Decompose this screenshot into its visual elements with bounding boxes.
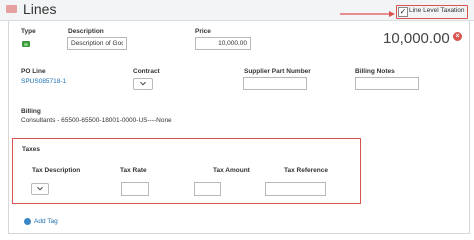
tax-amount-input[interactable] [194,182,221,196]
add-tag-link[interactable]: Add Tag [34,218,58,225]
money-icon [22,41,30,47]
tax-reference-header: Tax Reference [284,167,328,174]
billing-value: Consultants - 65500-65500-18001-0000-US-… [21,117,172,124]
line-total-amount: 10,000.00 [383,30,450,47]
supplier-part-input[interactable] [243,77,307,90]
po-line-link[interactable]: SPUS085718-1 [21,78,66,85]
price-input[interactable] [195,37,251,50]
type-label: Type [21,28,36,35]
tax-description-select[interactable] [31,183,49,195]
tax-amount-header: Tax Amount [213,167,250,174]
chevron-down-icon [140,81,146,86]
billing-notes-label: Billing Notes [355,68,395,75]
add-tag-icon[interactable] [24,218,31,225]
po-line-label: PO Line [21,68,46,75]
tax-description-header: Tax Description [32,167,81,174]
line-level-taxation-label: Line Level Taxation [409,7,465,14]
contract-label: Contract [133,68,160,75]
line-level-taxation-checkbox[interactable]: ✓ [398,7,408,17]
annotation-arrow-icon [340,11,395,17]
contract-select[interactable] [133,78,153,90]
supplier-part-label: Supplier Part Number [244,68,311,75]
taxes-title: Taxes [22,146,40,153]
billing-label: Billing [21,108,41,115]
description-input[interactable] [67,37,127,50]
chevron-down-icon [37,186,43,191]
section-accent [6,5,17,13]
price-label: Price [195,28,211,35]
billing-notes-input[interactable] [355,77,419,90]
description-label: Description [68,28,104,35]
tax-rate-header: Tax Rate [120,167,147,174]
lines-page: Lines ✓ Line Level Taxation Type Descrip… [0,0,474,240]
tax-rate-input[interactable] [121,182,149,196]
section-title: Lines [23,1,57,17]
tax-reference-input[interactable] [265,182,326,196]
delete-line-icon[interactable]: × [453,32,462,41]
